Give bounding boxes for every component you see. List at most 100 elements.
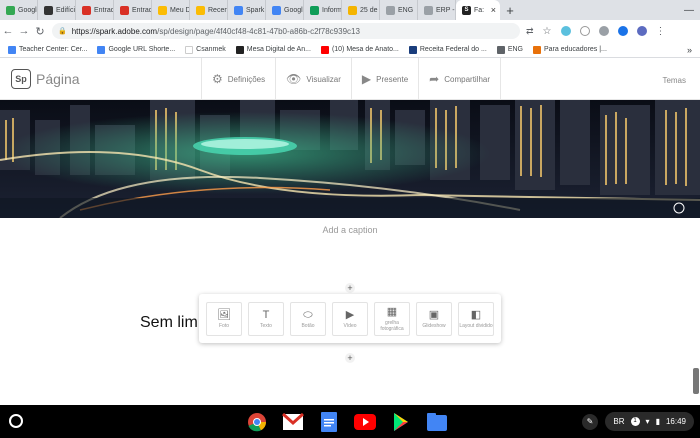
status-tray[interactable]: BR 1 ▾ ▮ 16:49 [605, 412, 694, 431]
bookmark-item[interactable]: Receita Federal do ... [408, 45, 487, 54]
bookmark-item[interactable]: Mesa Digital de An... [235, 45, 311, 54]
block-option-video[interactable]: ▶ Vídeo [332, 302, 368, 336]
caption-field[interactable]: Add a caption [0, 225, 700, 235]
button-icon: ⬭ [303, 309, 313, 321]
gmail-icon[interactable] [281, 410, 305, 434]
clock-label: 16:49 [665, 417, 686, 426]
bookmark-label: ENG [507, 46, 523, 53]
photo-icon: 🖼 [217, 309, 231, 321]
bookmark-favicon-icon [532, 45, 541, 54]
youtube-icon[interactable] [353, 410, 377, 434]
address-bar-row: ← → ↻ 🔒 https://spark.adobe.com/sp/desig… [0, 20, 700, 42]
browser-tab-active[interactable]: S Fa: × [456, 0, 500, 20]
docs-icon [234, 5, 243, 15]
browser-tab[interactable]: ENG [380, 0, 418, 20]
extension-icon[interactable] [598, 26, 609, 36]
files-icon[interactable] [425, 410, 449, 434]
tab-title: 25 de [360, 6, 378, 14]
tab-title: Googl [284, 6, 303, 14]
add-block-icon[interactable]: + [345, 353, 355, 363]
block-option-label: Texto [260, 323, 272, 329]
menu-icon[interactable]: ⋮ [656, 26, 666, 37]
launcher-icon[interactable] [9, 414, 23, 428]
gear-icon: ⚙ [212, 72, 223, 86]
forward-icon[interactable]: → [16, 25, 32, 37]
preview-button[interactable]: 👁 Visualizar [275, 58, 351, 100]
docs-icon[interactable] [317, 410, 341, 434]
tab-title: Recen [208, 6, 228, 14]
block-option-photo[interactable]: 🖼 Foto [206, 302, 242, 336]
bookmark-favicon-icon [97, 45, 106, 54]
browser-tab[interactable]: Google [0, 0, 38, 20]
url-host: https://spark.adobe.com [71, 26, 158, 36]
hero-image[interactable] [0, 100, 700, 218]
block-option-button[interactable]: ⬭ Botão [290, 302, 326, 336]
browser-tab[interactable]: Inform [304, 0, 342, 20]
play-icon: ▶ [361, 72, 372, 86]
translate-icon[interactable]: ⇄ [526, 26, 534, 37]
block-option-split-layout[interactable]: ◧ Layout dividido [458, 302, 494, 336]
themes-button[interactable]: Temas [662, 76, 686, 85]
os-shelf: ✎ BR 1 ▾ ▮ 16:49 [0, 405, 700, 438]
tab-title: Edifíci [56, 6, 76, 14]
browser-tab[interactable]: Meu D [152, 0, 190, 20]
profile-avatar[interactable] [636, 26, 647, 36]
block-option-label: Foto [218, 323, 229, 329]
browser-tab[interactable]: Entrad [76, 0, 114, 20]
bookmark-item[interactable]: Para educadores |... [532, 45, 607, 54]
scrollbar[interactable] [692, 100, 700, 405]
stylus-icon[interactable]: ✎ [582, 414, 598, 430]
slides-icon [348, 5, 357, 15]
drive-icon [158, 5, 167, 15]
block-option-text[interactable]: T Texto [248, 302, 284, 336]
bookmark-favicon-icon [8, 45, 16, 54]
present-button[interactable]: ▶ Presente [350, 58, 418, 100]
bookmark-label: Mesa Digital de An... [246, 46, 311, 53]
extension-icon[interactable] [617, 26, 628, 36]
bookmark-item[interactable]: Teacher Center: Cer... [8, 45, 87, 54]
reload-icon[interactable]: ↻ [32, 25, 48, 38]
screen: Google Edifíci Entrad Entrad Meu D Recen Spark… [0, 0, 700, 438]
bookmark-item[interactable]: Google URL Shorte... [97, 45, 175, 54]
tab-title: Meu D [170, 6, 190, 14]
browser-tab[interactable]: Edifíci [38, 0, 76, 20]
bookmark-item[interactable]: ENG [496, 45, 523, 54]
spark-logo[interactable]: Sp [11, 69, 31, 89]
tab-title: Fa: [474, 6, 485, 14]
spark-header: Sp Página ⚙ Definições 👁 Visualizar ▶ Pr… [0, 58, 700, 100]
tab-title: Entrad [132, 6, 152, 14]
share-button[interactable]: ➦ Compartilhar [418, 58, 502, 100]
bookmark-favicon-icon [320, 45, 329, 54]
battery-icon: ▮ [655, 417, 660, 426]
bookmark-item[interactable]: Csanmek [185, 45, 226, 54]
block-option-photo-grid[interactable]: ▦ grelha fotográfica [374, 302, 410, 336]
browser-tab[interactable]: Entrad [114, 0, 152, 20]
browser-tab[interactable]: 25 de [342, 0, 380, 20]
add-block-icon[interactable]: + [345, 283, 355, 293]
url-field[interactable]: 🔒 https://spark.adobe.com/sp/design/page… [52, 23, 520, 39]
browser-tab[interactable]: ERP - [418, 0, 456, 20]
chrome-icon[interactable] [245, 410, 269, 434]
new-tab-button[interactable]: + [500, 0, 520, 20]
extension-icon[interactable] [579, 26, 590, 36]
play-store-icon[interactable] [389, 410, 413, 434]
settings-button[interactable]: ⚙ Definições [201, 58, 275, 100]
close-tab-icon[interactable]: × [491, 5, 496, 15]
block-picker: 🖼 Foto T Texto ⬭ Botão ▶ Vídeo ▦ grelha fotográfi… [199, 294, 501, 343]
scrollbar-thumb[interactable] [693, 368, 699, 394]
block-option-glideshow[interactable]: ▣ Glideshow [416, 302, 452, 336]
back-icon[interactable]: ← [0, 25, 16, 37]
bookmarks-overflow-icon[interactable]: » [687, 45, 692, 55]
star-icon[interactable]: ☆ [543, 26, 552, 37]
spark-icon: S [462, 5, 471, 15]
text-icon: T [262, 309, 270, 321]
bookmark-item[interactable]: (10) Mesa de Anato... [320, 45, 399, 54]
window-controls: — [684, 0, 694, 20]
gmail-icon [120, 5, 129, 15]
browser-tab[interactable]: Spark [228, 0, 266, 20]
browser-tab[interactable]: Recen [190, 0, 228, 20]
browser-tab[interactable]: Googl [266, 0, 304, 20]
extension-icon[interactable] [560, 26, 571, 36]
minimize-icon[interactable]: — [684, 5, 694, 16]
page-heading-text[interactable]: Sem lim [140, 314, 198, 332]
